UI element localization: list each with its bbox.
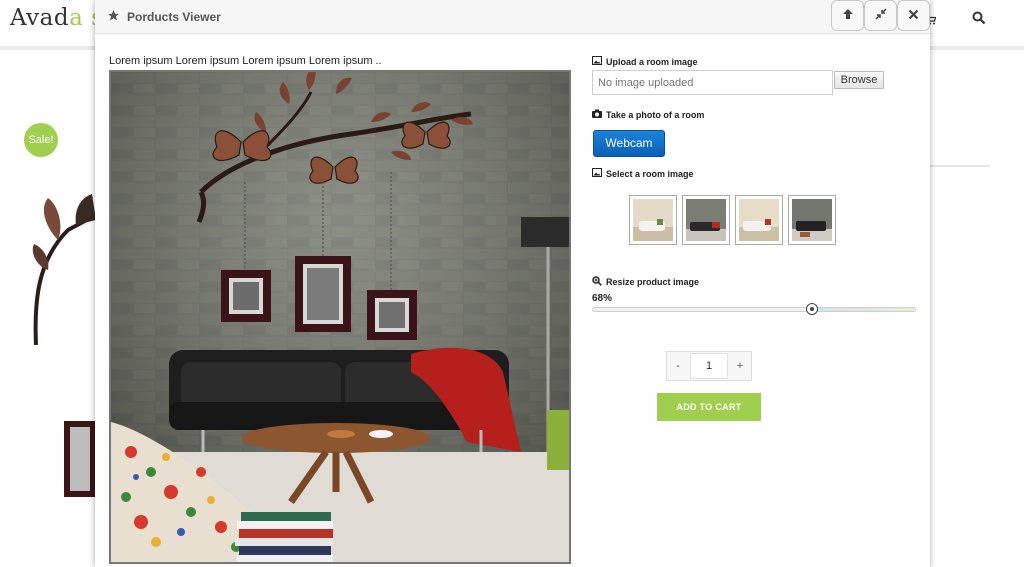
upload-label-text: Upload a room image xyxy=(606,56,698,67)
image-icon xyxy=(592,168,602,179)
webcam-section-label: Take a photo of a room xyxy=(592,109,704,120)
quantity-decrease-button[interactable]: - xyxy=(667,352,689,380)
browse-button[interactable]: Browse xyxy=(834,71,884,89)
compress-icon xyxy=(874,7,887,25)
arrow-up-icon xyxy=(842,7,854,25)
close-icon xyxy=(908,7,919,25)
minimize-button[interactable] xyxy=(864,0,897,31)
background-divider xyxy=(930,165,990,167)
background-product-image xyxy=(32,194,96,346)
resize-section-label: Resize product image xyxy=(592,276,699,288)
image-icon xyxy=(592,56,602,67)
sale-badge: Sale! xyxy=(24,123,58,157)
quantity-input[interactable]: 1 xyxy=(690,353,728,379)
site-logo[interactable]: Avada s xyxy=(10,5,103,31)
resize-value: 68% xyxy=(592,293,613,304)
room-preview[interactable] xyxy=(109,70,571,564)
background-frame-image xyxy=(64,421,96,497)
room-select-section-label: Select a room image xyxy=(592,168,694,179)
resize-slider-fill xyxy=(593,308,814,311)
logo-main-text: Avad xyxy=(10,5,70,31)
resize-label-text: Resize product image xyxy=(606,277,700,287)
camera-icon xyxy=(592,109,602,120)
search-icon[interactable] xyxy=(972,11,986,30)
close-button[interactable] xyxy=(897,0,930,31)
room-thumbnail-4[interactable] xyxy=(788,195,836,245)
room-thumbnail-1[interactable] xyxy=(629,195,677,245)
resize-slider-handle[interactable] xyxy=(806,303,819,315)
zoom-icon xyxy=(592,276,602,288)
quantity-stepper: - 1 + xyxy=(666,351,752,381)
modal-titlebar[interactable]: Porducts Viewer xyxy=(95,0,930,34)
add-to-cart-button[interactable]: ADD TO CART xyxy=(657,393,761,421)
move-up-button[interactable] xyxy=(831,0,864,31)
star-icon xyxy=(107,9,120,27)
resize-slider-track[interactable] xyxy=(592,307,916,312)
webcam-label-text: Take a photo of a room xyxy=(606,109,705,120)
room-thumbnail-3[interactable] xyxy=(735,195,783,245)
quantity-increase-button[interactable]: + xyxy=(729,352,751,380)
products-viewer-modal: Porducts Viewer Lorem ipsum Lorem ipsum … xyxy=(95,0,930,567)
upload-section-label: Upload a room image xyxy=(592,56,698,67)
resize-slider-remaining xyxy=(811,308,915,311)
room-thumbnail-2[interactable] xyxy=(682,195,730,245)
upload-file-input[interactable] xyxy=(592,70,833,95)
modal-title: Porducts Viewer xyxy=(127,10,221,24)
room-select-label-text: Select a room image xyxy=(606,168,694,179)
product-caption: Lorem ipsum Lorem ipsum Lorem ipsum Lore… xyxy=(109,55,382,67)
webcam-button[interactable]: Webcam xyxy=(593,130,665,157)
